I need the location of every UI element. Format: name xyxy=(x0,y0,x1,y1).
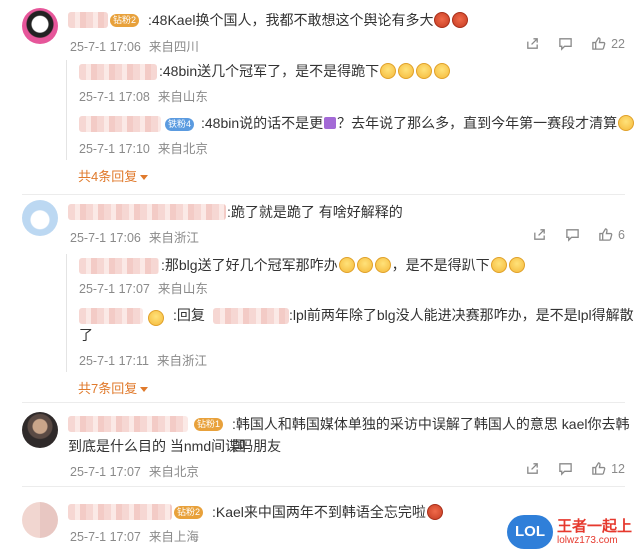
divider xyxy=(22,486,625,487)
crab-emoji-icon xyxy=(434,12,451,28)
smile-emoji-icon xyxy=(618,115,635,131)
fan-badge: 钻粉1 xyxy=(194,418,224,431)
comment-text: :Kael来中国两年不到韩语全忘完啦 xyxy=(212,501,444,523)
reply-username[interactable] xyxy=(79,64,157,80)
username[interactable] xyxy=(68,504,172,520)
mentioned-username[interactable] xyxy=(213,308,289,324)
caret-down-icon xyxy=(140,175,149,181)
comment-meta: 25-7-1 17:07 来自上海 xyxy=(70,530,199,544)
reply-meta: 25-7-1 17:07 来自山东 xyxy=(79,282,208,296)
comment-actions: 12 xyxy=(507,461,625,476)
avatar[interactable] xyxy=(22,200,58,236)
comment-meta: 25-7-1 17:06 来自浙江 xyxy=(70,231,199,245)
fan-avatar-icon xyxy=(148,310,164,326)
caret-down-icon xyxy=(140,387,149,393)
divide-emoji-icon xyxy=(324,117,337,129)
share-icon xyxy=(527,463,538,474)
reply-text-line2: 了 xyxy=(79,327,93,343)
reply-thread: :48bin送几个冠军了，是不是得跪下 25-7-1 17:08 来自山东 铁粉4… xyxy=(66,60,643,160)
more-replies-link[interactable]: 共7条回复 xyxy=(78,378,149,397)
comment-1: 钻粉2 :48Kael换个国人，我都不敢想这个舆论有多大 25-7-1 17:0… xyxy=(0,0,643,196)
comment-actions: 22 xyxy=(507,36,625,51)
avatar[interactable] xyxy=(22,412,58,448)
reply-button[interactable] xyxy=(558,36,573,51)
reply-thread: :那blg送了好几个冠军那咋办 ，是不是得趴下 25-7-1 17:07 来自山东 … xyxy=(66,254,643,372)
comment-icon xyxy=(559,38,572,51)
more-replies-link[interactable]: 共4条回复 xyxy=(78,166,149,185)
reply-meta: 25-7-1 17:08 来自山东 xyxy=(79,90,208,104)
like-button[interactable]: 6 xyxy=(598,227,625,242)
fan-badge: 钻粉2 xyxy=(174,506,204,519)
username[interactable] xyxy=(68,416,188,432)
reply-username[interactable] xyxy=(79,258,159,274)
like-icon xyxy=(599,228,613,241)
watermark-slogan: 王者一起上 xyxy=(557,518,633,535)
comment-icon xyxy=(559,463,572,476)
reply-text: :那blg送了好几个冠军那咋办 ，是不是得趴下 xyxy=(161,254,526,276)
crab-emoji-icon xyxy=(426,504,443,520)
comment-text: :跪了就是跪了 有啥好解释的 xyxy=(227,204,403,220)
comment-icon xyxy=(566,229,579,242)
divider xyxy=(22,194,625,195)
comment-actions: 6 xyxy=(514,227,625,242)
site-watermark: LOL 王者一起上 lolwz173.com xyxy=(507,511,637,553)
reply-text: :回复 xyxy=(173,307,205,323)
share-button[interactable] xyxy=(525,36,540,51)
share-icon xyxy=(527,38,538,49)
smile-emoji-icon xyxy=(356,257,373,273)
smile-emoji-icon xyxy=(338,257,355,273)
share-button[interactable] xyxy=(532,227,547,242)
reply-meta: 25-7-1 17:10 来自北京 xyxy=(79,142,208,156)
reply-meta: 25-7-1 17:11 来自浙江 xyxy=(79,354,207,368)
smile-emoji-icon xyxy=(434,63,451,79)
like-button[interactable]: 22 xyxy=(591,36,625,51)
reply-text-cont: :lpl前两年除了blg没人能进决赛那咋办，是不是lpl得解散 xyxy=(289,307,634,323)
reply-button[interactable] xyxy=(565,227,580,242)
like-button[interactable]: 12 xyxy=(591,461,625,476)
like-icon xyxy=(592,37,606,50)
smile-emoji-icon xyxy=(416,63,433,79)
fan-badge: 铁粉4 xyxy=(165,118,195,131)
smile-emoji-icon xyxy=(380,63,397,79)
comment-meta: 25-7-1 17:06 来自四川 xyxy=(70,40,199,54)
smile-emoji-icon xyxy=(374,257,391,273)
avatar[interactable] xyxy=(22,8,58,44)
reply-text: :48bin送几个冠军了，是不是得跪下 xyxy=(159,60,451,82)
avatar[interactable] xyxy=(22,502,58,538)
crab-emoji-icon xyxy=(452,12,469,28)
comment-text: :48Kael换个国人，我都不敢想这个舆论有多大 xyxy=(148,9,469,31)
smile-emoji-icon xyxy=(490,257,507,273)
watermark-logo: LOL xyxy=(507,515,553,549)
watermark-site: lolwz173.com xyxy=(557,535,618,546)
comment-text: :韩国人和韩国媒体单独的采访中误解了韩国人的意思 kael你去韩国 xyxy=(232,416,630,454)
username[interactable] xyxy=(68,204,226,220)
comment-3: 钻粉1 :韩国人和韩国媒体单独的采访中误解了韩国人的意思 kael你去韩国 到底… xyxy=(0,404,643,484)
smile-emoji-icon xyxy=(398,63,415,79)
reply-username[interactable] xyxy=(79,308,143,324)
share-icon xyxy=(534,229,545,240)
reply-text: :48bin说的话不是更 ？去年说了那么多，直到今年第一赛段才清算 xyxy=(201,112,635,134)
share-button[interactable] xyxy=(525,461,540,476)
username[interactable] xyxy=(68,12,108,28)
reply-button[interactable] xyxy=(558,461,573,476)
comment-2: :跪了就是跪了 有啥好解释的 25-7-1 17:06 来自浙江 6 :那blg送… xyxy=(0,196,643,404)
divider xyxy=(22,402,625,403)
like-icon xyxy=(592,462,606,475)
reply-username[interactable] xyxy=(79,116,161,132)
comment-meta: 25-7-1 17:07 来自北京 xyxy=(70,465,199,479)
smile-emoji-icon xyxy=(508,257,525,273)
comment-text-line2: 到底是什么目的 当nmd间谍吗朋友 xyxy=(68,438,282,454)
fan-badge: 钻粉2 xyxy=(110,14,140,27)
